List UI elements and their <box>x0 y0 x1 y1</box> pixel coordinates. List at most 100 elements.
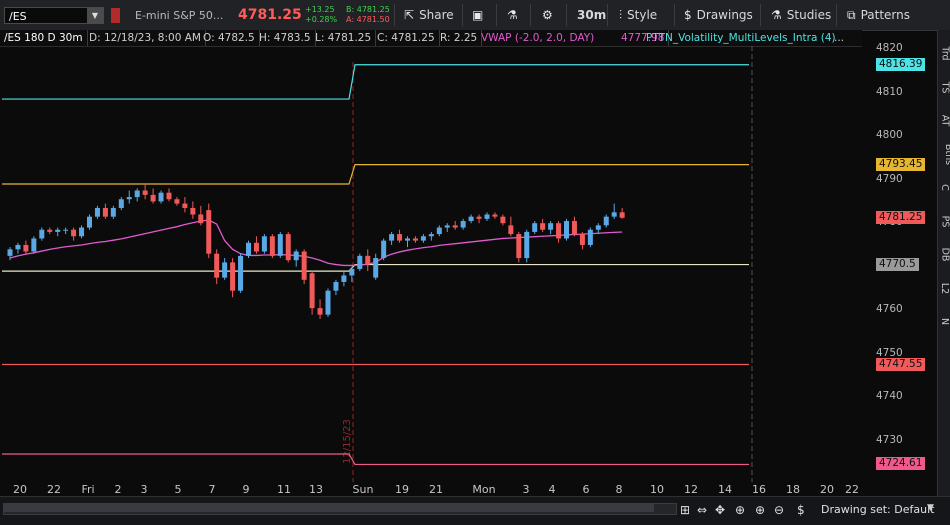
time-axis-label: 12 <box>684 483 698 496</box>
candle-body <box>540 223 546 230</box>
candle-body <box>63 229 69 231</box>
side-tab-btns[interactable]: Btns <box>938 139 950 169</box>
zoom-out-icon[interactable]: ⊖ <box>774 503 784 517</box>
candle-body <box>357 255 363 269</box>
candle-body <box>118 199 124 208</box>
toolbar-divider <box>836 4 837 26</box>
side-tab-label: DB <box>939 247 950 262</box>
patterns-button[interactable]: ⧉ Patterns <box>847 5 910 25</box>
time-axis-label: 22 <box>47 483 61 496</box>
drag-icon[interactable]: ⇔ <box>697 503 707 517</box>
side-tab-at[interactable]: AT <box>938 105 950 135</box>
studies-button[interactable]: ⚗ Studies <box>771 5 831 25</box>
time-axis-label: 10 <box>650 483 664 496</box>
side-tab-l2[interactable]: L2 <box>938 273 950 303</box>
candle-body <box>134 190 140 198</box>
candle-body <box>23 244 29 252</box>
side-panel-tabs: Trd TS AT Btns C PS DB L2 N <box>937 30 950 496</box>
side-tab-label: C <box>938 184 950 191</box>
bar-high: H: 4783.5 <box>255 30 316 46</box>
side-tab-n[interactable]: N <box>938 306 950 336</box>
candle-body <box>564 221 569 239</box>
price-axis[interactable]: 4820481048004790478047704760475047404730… <box>862 42 938 482</box>
chevron-down-icon[interactable]: ▼ <box>927 503 934 513</box>
candle-body <box>94 207 100 217</box>
price-chart[interactable]: 12/15/23 <box>0 46 862 482</box>
candle-body <box>102 207 108 217</box>
candle-body <box>47 229 53 232</box>
patterns-label: Patterns <box>860 8 911 22</box>
bar-range: R: 2.25 <box>436 30 483 46</box>
candle-body <box>484 214 490 219</box>
chart-title[interactable]: /ES 180 D 30m <box>0 30 88 46</box>
time-axis[interactable]: 20 22 Fri 2 3 5 7 9 11 13 Sun 19 21 Mon 3 4 6 8 10 12 14 16 18… <box>0 482 862 496</box>
candle-body <box>571 221 577 235</box>
share-button[interactable]: ⇱ Share <box>404 5 454 25</box>
time-axis-label: 13 <box>309 483 323 496</box>
pan-icon[interactable]: ✥ <box>715 503 725 517</box>
dollar-scale-icon[interactable]: $ <box>797 503 805 517</box>
zoom-in-icon[interactable]: ⊕ <box>755 503 765 517</box>
volatility-study-label[interactable]: PTTN_Volatility_MultiLevels_Intra (4) <box>642 30 840 46</box>
vwap-study-label[interactable]: VWAP (-2.0, 2.0, DAY) <box>477 30 598 46</box>
level-line-cyan <box>2 64 749 100</box>
candle-body <box>31 238 37 252</box>
link-color-flag-icon[interactable] <box>111 8 120 23</box>
flask-button[interactable]: ⚗ <box>507 5 523 25</box>
candle-body <box>285 234 291 261</box>
side-tab-db[interactable]: DB <box>938 239 950 269</box>
settings-button[interactable]: ⚙ <box>542 5 558 25</box>
toolbar-divider <box>496 4 497 26</box>
price-axis-label: 4810 <box>876 85 903 98</box>
gear-icon: ⚙ <box>542 8 553 22</box>
price-bubble: 4724.61 <box>876 457 926 471</box>
crosshair-icon[interactable]: ⊕ <box>735 503 745 517</box>
candle-body <box>253 242 259 252</box>
toolbar-divider <box>566 4 567 26</box>
candle-body <box>15 244 21 250</box>
timeframe-button[interactable]: 30m <box>577 5 606 25</box>
side-tab-label: PS <box>938 215 950 227</box>
candle-body <box>246 242 251 256</box>
chart-settings-button[interactable]: ▣ <box>472 5 488 25</box>
drawing-set-selector[interactable]: Drawing set: Default <box>821 503 934 516</box>
candle-body <box>412 238 418 241</box>
time-axis-label: 4 <box>548 483 556 496</box>
price-axis-label: 4790 <box>876 172 903 185</box>
price-axis-label: 4820 <box>876 42 903 54</box>
style-button[interactable]: ⫶ Style <box>619 5 657 25</box>
candle-body <box>516 234 522 259</box>
more-options[interactable]: ... <box>834 30 844 46</box>
time-axis-label: Sun <box>352 483 374 496</box>
time-axis-label: 8 <box>615 483 623 496</box>
candle-body <box>508 225 514 235</box>
flask-icon: ⚗ <box>771 8 782 22</box>
candle-body <box>548 223 554 230</box>
candle-body <box>317 308 323 315</box>
price-axis-label: 4730 <box>876 433 903 446</box>
side-tab-label: L2 <box>939 282 950 294</box>
flask-icon: ⚗ <box>507 8 518 22</box>
candle-body <box>373 258 379 278</box>
bar-low: L: 4781.25 <box>311 30 377 46</box>
candle-body <box>166 192 172 200</box>
symbol-dropdown-icon[interactable]: ▼ <box>87 8 103 23</box>
candle-body <box>206 210 212 254</box>
scrollbar-thumb[interactable] <box>4 504 654 512</box>
candle-body <box>365 255 371 265</box>
side-tab-ts[interactable]: TS <box>938 72 950 102</box>
side-tab-ps[interactable]: PS <box>938 206 950 236</box>
scroll-left-icon[interactable]: ⊞ <box>680 503 690 517</box>
side-tab-trd[interactable]: Trd <box>938 38 950 68</box>
net-change: +13.25 <box>305 5 335 14</box>
drawings-button[interactable]: $ Drawings <box>684 5 753 25</box>
candle-body <box>174 199 180 204</box>
toolbar-divider <box>462 4 463 26</box>
time-axis-label: 22 <box>845 483 859 496</box>
candle-body <box>222 262 228 278</box>
price-axis-label: 4800 <box>876 129 903 142</box>
side-tab-c[interactable]: C <box>938 172 950 202</box>
toolbar-divider <box>394 4 395 26</box>
candle-body <box>500 216 506 224</box>
candle-body <box>397 234 403 241</box>
